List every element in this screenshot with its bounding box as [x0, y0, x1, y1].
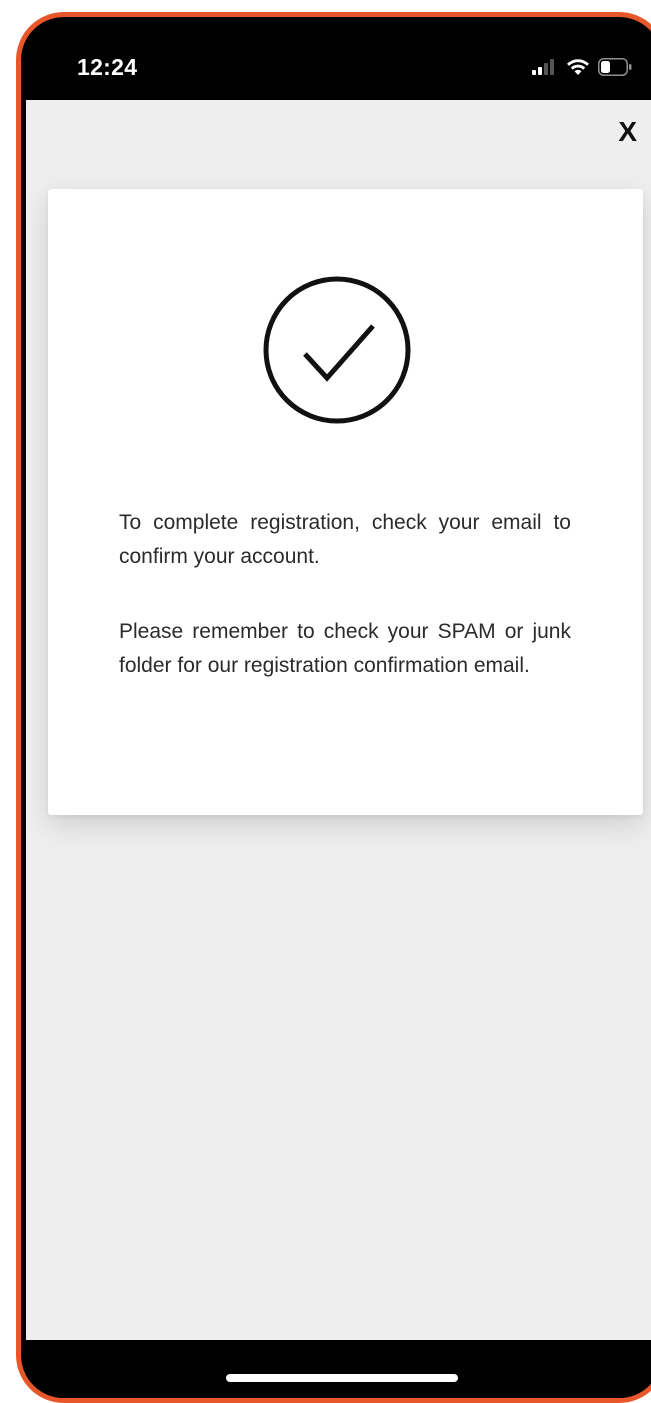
status-icons [532, 56, 632, 78]
screen: 12:24 X To complete registration, check … [26, 22, 651, 1398]
bottom-bar [26, 1340, 651, 1398]
battery-icon [598, 58, 632, 76]
cellular-signal-icon [532, 59, 554, 75]
close-button[interactable]: X [618, 116, 637, 148]
content-area: X To complete registration, check your e… [26, 100, 651, 1340]
status-bar: 12:24 [26, 22, 651, 100]
status-time: 12:24 [77, 54, 138, 80]
spam-reminder-message: Please remember to check your SPAM or ju… [119, 620, 571, 677]
device-frame: 12:24 X To complete registration, check … [16, 12, 651, 1403]
registration-message: To complete registration, check your ema… [119, 511, 571, 568]
wifi-icon [567, 59, 589, 75]
check-circle-icon [263, 276, 411, 424]
home-indicator[interactable] [226, 1374, 458, 1382]
confirmation-card: To complete registration, check your ema… [48, 189, 643, 815]
